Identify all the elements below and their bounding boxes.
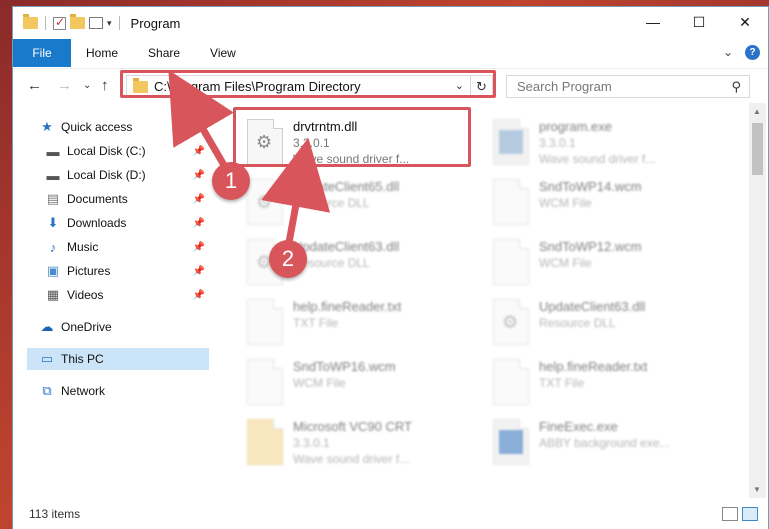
arrow-to-file: [261, 137, 331, 249]
callout-badge-2: 2: [269, 240, 307, 278]
arrow-to-address-bar: [168, 69, 234, 174]
callout-arrows: [168, 69, 331, 249]
callout-badge-1: 1: [212, 162, 250, 200]
